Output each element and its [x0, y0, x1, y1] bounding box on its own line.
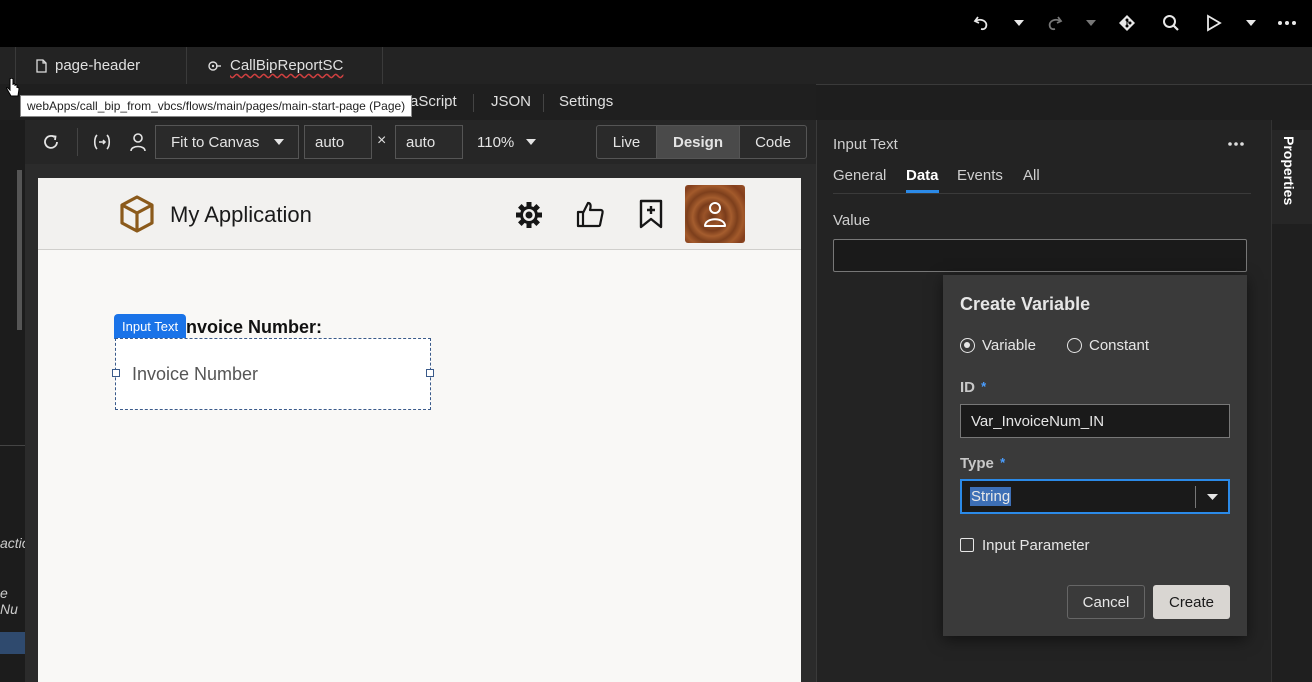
designer-toolbar: Fit to Canvas auto × auto 110% Live Desi…	[25, 120, 816, 164]
path-tooltip: webApps/call_bip_from_vbcs/flows/main/pa…	[20, 95, 413, 117]
variable-binding-icon[interactable]	[92, 133, 112, 151]
id-input[interactable]: Var_InvoiceNum_IN	[960, 404, 1230, 438]
tab-callbipreportsc[interactable]: CallBipReportSC	[188, 47, 383, 84]
app-header[interactable]: My Application	[38, 178, 801, 250]
invoice-number-label: nvoice Number:	[186, 317, 323, 337]
invoice-number-input-selected[interactable]: Invoice Number	[112, 338, 434, 410]
redo-menu-chevron-icon[interactable]	[1080, 12, 1102, 34]
subtab-javascript[interactable]: aScript	[410, 93, 457, 110]
left-scrollbar[interactable]	[17, 170, 22, 330]
divider	[833, 193, 1251, 194]
page-preview[interactable]	[38, 178, 801, 682]
subtab-divider	[473, 94, 474, 112]
subtab-settings[interactable]: Settings	[559, 93, 613, 110]
tab-page-header[interactable]: page-header	[16, 47, 187, 84]
settings-gear-icon[interactable]	[514, 200, 544, 230]
radio-selected-dot	[964, 342, 970, 348]
search-icon[interactable]	[1160, 12, 1182, 34]
required-marker: *	[981, 379, 987, 394]
editor-tabs: page-header CallBipReportSC	[0, 47, 1312, 85]
top-toolbar	[0, 0, 1312, 47]
popup-title: Create Variable	[960, 294, 1091, 314]
chevron-down-icon[interactable]	[1207, 494, 1218, 500]
type-select-value: String	[970, 487, 1012, 506]
properties-side-label: Properties	[1281, 136, 1297, 206]
tab-page-header-label: page-header	[55, 57, 141, 74]
times-sign: ×	[377, 132, 387, 149]
canvas-height-input[interactable]: auto	[395, 125, 463, 159]
left-partial-text-2: e Nu	[0, 585, 18, 617]
cancel-button[interactable]: Cancel	[1067, 585, 1145, 619]
avatar-person-icon	[702, 200, 728, 228]
divider	[0, 445, 25, 446]
zoom-chevron-down-icon[interactable]	[526, 139, 536, 145]
thumbs-up-icon[interactable]	[575, 199, 605, 229]
tab-callbipreportsc-label: CallBipReportSC	[230, 57, 344, 74]
tab-data[interactable]: Data	[906, 167, 939, 184]
fit-to-canvas-label: Fit to Canvas	[171, 133, 260, 151]
tab-general[interactable]: General	[833, 167, 886, 184]
mode-code-button[interactable]: Code	[739, 125, 807, 159]
refresh-icon[interactable]	[42, 133, 60, 151]
git-icon[interactable]	[1116, 12, 1138, 34]
chevron-down-icon	[274, 139, 284, 145]
properties-side-tab[interactable]: Properties	[1272, 130, 1312, 224]
divider	[77, 128, 78, 156]
left-selected-row[interactable]	[0, 632, 25, 654]
id-label-text: ID	[960, 379, 975, 396]
mouse-cursor-icon	[5, 78, 21, 100]
value-input[interactable]	[833, 239, 1247, 272]
run-menu-chevron-icon[interactable]	[1240, 12, 1262, 34]
required-marker: *	[1000, 455, 1006, 470]
mode-live-button[interactable]: Live	[596, 125, 657, 159]
tab-events[interactable]: Events	[957, 167, 1003, 184]
action-chain-icon	[208, 60, 222, 72]
type-select[interactable]: String	[960, 479, 1230, 514]
value-label: Value	[833, 212, 871, 229]
create-variable-popup: Create Variable Variable Constant ID * V…	[943, 275, 1247, 636]
resize-handle-right[interactable]	[426, 369, 434, 377]
left-panel-collapsed: actio e Nu	[0, 120, 30, 682]
subtab-json[interactable]: JSON	[491, 93, 531, 110]
fit-to-canvas-select[interactable]: Fit to Canvas	[155, 125, 299, 159]
select-divider	[1195, 486, 1196, 508]
undo-icon[interactable]	[971, 12, 993, 34]
type-label-text: Type	[960, 455, 994, 472]
radio-variable-label[interactable]: Variable	[982, 337, 1036, 354]
run-icon[interactable]	[1203, 12, 1225, 34]
radio-constant-label[interactable]: Constant	[1089, 337, 1149, 354]
create-button[interactable]: Create	[1153, 585, 1230, 619]
undo-menu-chevron-icon[interactable]	[1008, 12, 1030, 34]
bookmark-add-icon[interactable]	[638, 199, 664, 229]
more-options-icon[interactable]	[1276, 12, 1298, 34]
panel-more-options-icon[interactable]	[1228, 142, 1244, 146]
resize-handle-left[interactable]	[112, 369, 120, 377]
subtab-divider	[543, 94, 544, 112]
input-parameter-label[interactable]: Input Parameter	[982, 537, 1090, 554]
input-parameter-checkbox[interactable]	[960, 538, 974, 552]
radio-constant[interactable]	[1067, 338, 1082, 353]
redo-icon[interactable]	[1043, 12, 1065, 34]
selected-component-badge: Input Text	[114, 314, 187, 339]
component-type-title: Input Text	[833, 136, 898, 153]
zoom-level[interactable]: 110%	[477, 134, 514, 151]
invoice-number-placeholder: Invoice Number	[132, 364, 259, 384]
user-avatar[interactable]	[685, 185, 745, 243]
radio-variable[interactable]	[960, 338, 975, 353]
user-icon[interactable]	[129, 132, 147, 152]
mode-design-button[interactable]: Design	[656, 125, 740, 159]
canvas-width-input[interactable]: auto	[304, 125, 372, 159]
app-title: My Application	[170, 202, 312, 227]
type-label: Type *	[960, 455, 1005, 472]
id-label: ID *	[960, 379, 986, 396]
right-side-strip: Properties	[1271, 120, 1312, 682]
app-logo-cube-icon	[119, 195, 155, 233]
file-icon	[36, 58, 47, 73]
tab-all[interactable]: All	[1023, 167, 1040, 184]
